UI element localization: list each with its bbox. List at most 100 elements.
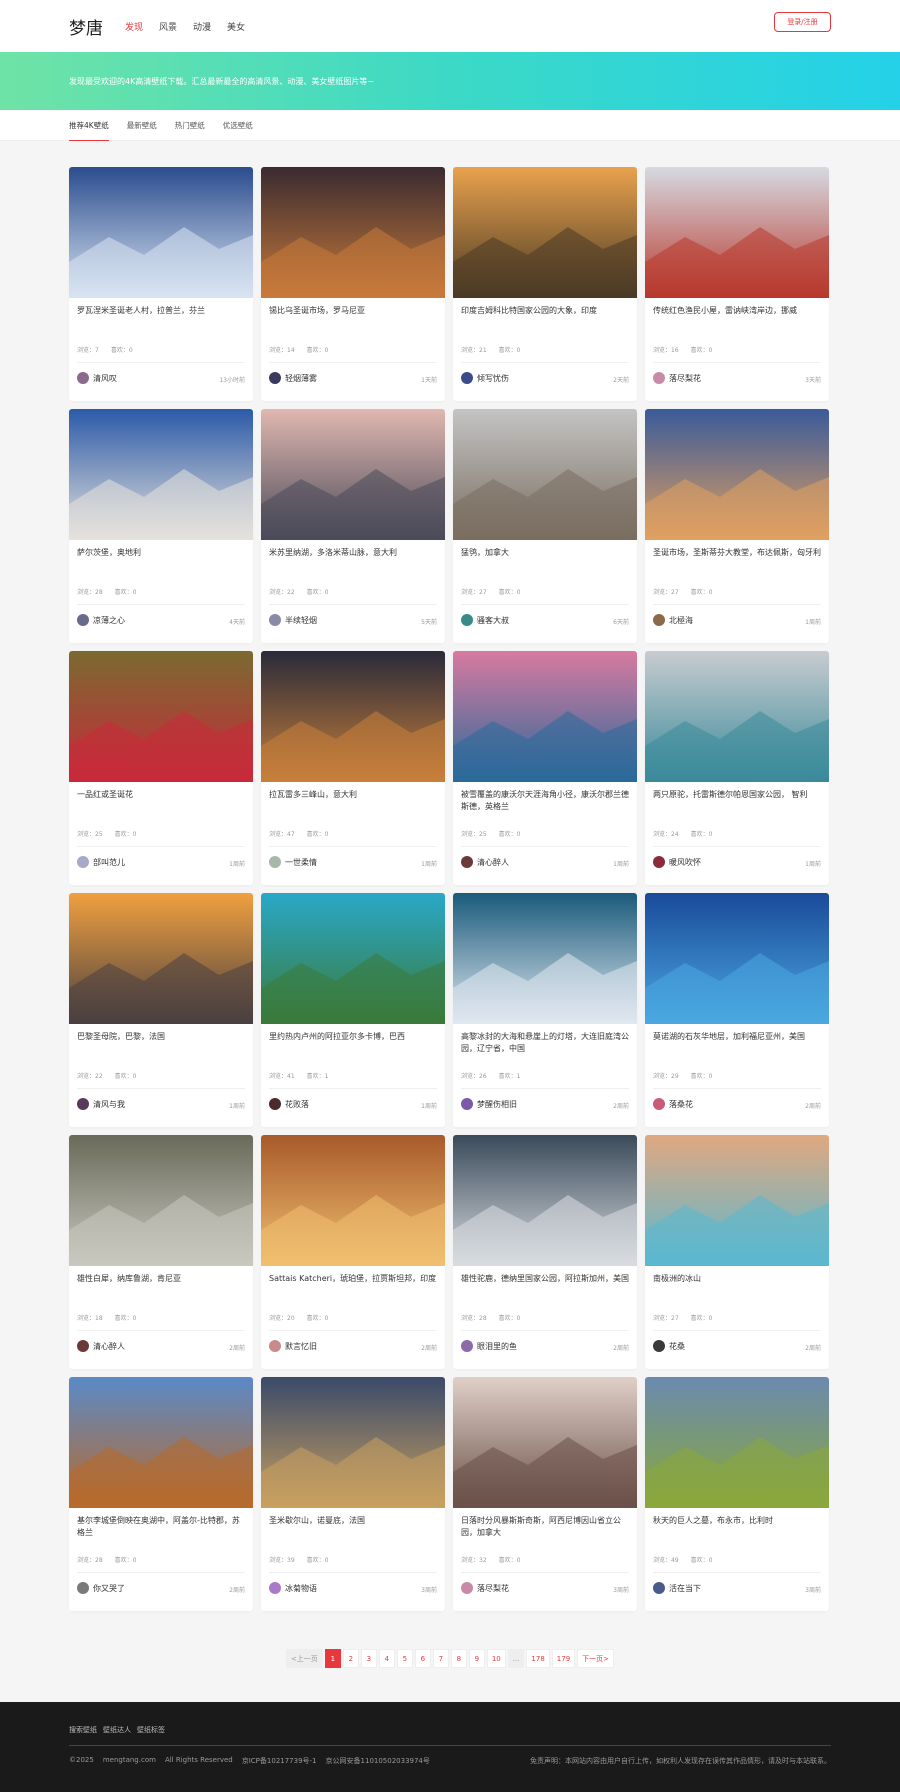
wallpaper-title[interactable]: 印度吉姆科比特国家公园的大象，印度	[461, 305, 629, 317]
author-name[interactable]: 清心醉人	[93, 1341, 125, 1352]
wallpaper-card[interactable]: 拉瓦雷多三峰山，意大利 浏览：47 喜欢：0 一世柔情 1周前	[261, 651, 445, 885]
site-logo[interactable]: 梦唐	[69, 14, 103, 39]
tab-popular[interactable]: 热门壁纸	[175, 110, 205, 141]
wallpaper-title[interactable]: 锡比乌圣诞市场，罗马尼亚	[269, 305, 437, 317]
wallpaper-title[interactable]: 猛鸮，加拿大	[461, 547, 629, 559]
wallpaper-thumbnail[interactable]	[453, 1377, 637, 1508]
author-name[interactable]: 一世柔情	[285, 857, 317, 868]
author-name[interactable]: 落桑花	[669, 1099, 693, 1110]
author-name[interactable]: 眼泪里的鱼	[477, 1341, 517, 1352]
wallpaper-card[interactable]: 圣诞市场，圣斯蒂芬大教堂，布达佩斯，匈牙利 浏览：27 喜欢：0 北極海 1周前	[645, 409, 829, 643]
author-name[interactable]: 落尽梨花	[477, 1583, 509, 1594]
wallpaper-card[interactable]: 印度吉姆科比特国家公园的大象，印度 浏览：21 喜欢：0 倾写忧伤 2天前	[453, 167, 637, 401]
page-9-button[interactable]: 9	[468, 1649, 485, 1668]
wallpaper-card[interactable]: 南极洲的冰山 浏览：27 喜欢：0 花桑 2周前	[645, 1135, 829, 1369]
wallpaper-title[interactable]: 罗瓦涅米圣诞老人村，拉普兰，芬兰	[77, 305, 245, 317]
wallpaper-card[interactable]: 猛鸮，加拿大 浏览：27 喜欢：0 骚客大叔 6天前	[453, 409, 637, 643]
author-name[interactable]: 凉薄之心	[93, 615, 125, 626]
page-10-button[interactable]: 10	[486, 1649, 506, 1668]
wallpaper-thumbnail[interactable]	[261, 167, 445, 298]
avatar[interactable]	[269, 614, 281, 626]
card-author[interactable]: 落尽梨花	[461, 1582, 509, 1594]
card-author[interactable]: 眼泪里的鱼	[461, 1340, 517, 1352]
author-name[interactable]: 清风叹	[93, 373, 117, 384]
author-name[interactable]: 半续轻烟	[285, 615, 317, 626]
author-name[interactable]: 骚客大叔	[477, 615, 509, 626]
wallpaper-card[interactable]: 雄性驼鹿，德纳里国家公园，阿拉斯加州，美国 浏览：28 喜欢：0 眼泪里的鱼 2周前	[453, 1135, 637, 1369]
avatar[interactable]	[77, 1340, 89, 1352]
wallpaper-card[interactable]: 秋天的巨人之墓，布永市，比利时 浏览：49 喜欢：0 活在当下 3周前	[645, 1377, 829, 1611]
avatar[interactable]	[461, 614, 473, 626]
avatar[interactable]	[653, 1098, 665, 1110]
author-name[interactable]: 落尽梨花	[669, 373, 701, 384]
wallpaper-card[interactable]: 一品红或圣诞花 浏览：25 喜欢：0 部叫范儿 1周前	[69, 651, 253, 885]
wallpaper-thumbnail[interactable]	[69, 1135, 253, 1266]
wallpaper-thumbnail[interactable]	[645, 1377, 829, 1508]
wallpaper-title[interactable]: 传统红色渔民小屋，雷讷峡湾岸边，挪威	[653, 305, 821, 317]
wallpaper-card[interactable]: 里约热内卢州的阿拉亚尔多卡博，巴西 浏览：41 喜欢：1 花败落 1周前	[261, 893, 445, 1127]
avatar[interactable]	[461, 1582, 473, 1594]
author-name[interactable]: 冰菊物语	[285, 1583, 317, 1594]
card-author[interactable]: 北極海	[653, 614, 693, 626]
wallpaper-thumbnail[interactable]	[69, 409, 253, 540]
wallpaper-card[interactable]: 雄性白犀，纳库鲁湖，肯尼亚 浏览：18 喜欢：0 清心醉人 2周前	[69, 1135, 253, 1369]
tab-latest[interactable]: 最新壁纸	[127, 110, 157, 141]
nav-item-beauty[interactable]: 美女	[227, 20, 245, 33]
card-author[interactable]: 花桑	[653, 1340, 685, 1352]
wallpaper-thumbnail[interactable]	[645, 893, 829, 1024]
wallpaper-thumbnail[interactable]	[645, 651, 829, 782]
avatar[interactable]	[269, 1340, 281, 1352]
wallpaper-card[interactable]: 圣米歇尔山，诺曼底，法国 浏览：39 喜欢：0 冰菊物语 3周前	[261, 1377, 445, 1611]
card-author[interactable]: 轻烟薄雾	[269, 372, 317, 384]
nav-item-anime[interactable]: 动漫	[193, 20, 211, 33]
wallpaper-card[interactable]: 米苏里纳湖，多洛米蒂山脉，意大利 浏览：22 喜欢：0 半续轻烟 5天前	[261, 409, 445, 643]
author-name[interactable]: 花桑	[669, 1341, 685, 1352]
page-2-button[interactable]: 2	[342, 1649, 359, 1668]
avatar[interactable]	[269, 372, 281, 384]
wallpaper-title[interactable]: 里约热内卢州的阿拉亚尔多卡博，巴西	[269, 1031, 437, 1043]
avatar[interactable]	[77, 614, 89, 626]
wallpaper-thumbnail[interactable]	[69, 893, 253, 1024]
author-name[interactable]: 北極海	[669, 615, 693, 626]
wallpaper-title[interactable]: 秋天的巨人之墓，布永市，比利时	[653, 1515, 821, 1527]
avatar[interactable]	[269, 856, 281, 868]
login-register-button[interactable]: 登录/注册	[774, 12, 831, 32]
author-name[interactable]: 轻烟薄雾	[285, 373, 317, 384]
footer-police[interactable]: 京公网安备11010502033974号	[326, 1756, 430, 1766]
avatar[interactable]	[653, 1340, 665, 1352]
prev-page-button[interactable]: <上一页	[285, 1649, 323, 1668]
avatar[interactable]	[77, 372, 89, 384]
wallpaper-thumbnail[interactable]	[69, 1377, 253, 1508]
wallpaper-thumbnail[interactable]	[453, 409, 637, 540]
wallpaper-card[interactable]: 传统红色渔民小屋，雷讷峡湾岸边，挪威 浏览：16 喜欢：0 落尽梨花 3天前	[645, 167, 829, 401]
wallpaper-thumbnail[interactable]	[69, 651, 253, 782]
wallpaper-thumbnail[interactable]	[453, 1135, 637, 1266]
wallpaper-title[interactable]: 高黎冰封的大海和悬崖上的灯塔，大连旧庭湾公园，辽宁省，中国	[461, 1031, 629, 1055]
avatar[interactable]	[461, 1098, 473, 1110]
card-author[interactable]: 清心醉人	[461, 856, 509, 868]
next-page-button[interactable]: 下一页>	[577, 1649, 615, 1668]
wallpaper-thumbnail[interactable]	[453, 651, 637, 782]
page-6-button[interactable]: 6	[414, 1649, 431, 1668]
wallpaper-title[interactable]: 雄性驼鹿，德纳里国家公园，阿拉斯加州，美国	[461, 1273, 629, 1285]
wallpaper-card[interactable]: 锡比乌圣诞市场，罗马尼亚 浏览：14 喜欢：0 轻烟薄雾 1天前	[261, 167, 445, 401]
card-author[interactable]: 冰菊物语	[269, 1582, 317, 1594]
wallpaper-card[interactable]: 被雪覆盖的康沃尔天涯海角小径，康沃尔郡兰德斯德，英格兰 浏览：25 喜欢：0 清心醉人…	[453, 651, 637, 885]
wallpaper-card[interactable]: 高黎冰封的大海和悬崖上的灯塔，大连旧庭湾公园，辽宁省，中国 浏览：26 喜欢：1 梦醒…	[453, 893, 637, 1127]
footer-link-search[interactable]: 搜索壁纸	[69, 1725, 97, 1735]
wallpaper-thumbnail[interactable]	[645, 409, 829, 540]
nav-item-scenery[interactable]: 风景	[159, 20, 177, 33]
author-name[interactable]: 清心醉人	[477, 857, 509, 868]
wallpaper-thumbnail[interactable]	[453, 893, 637, 1024]
avatar[interactable]	[653, 1582, 665, 1594]
wallpaper-card[interactable]: 巴黎圣母院，巴黎，法国 浏览：22 喜欢：0 清风与我 1周前	[69, 893, 253, 1127]
footer-link-tags[interactable]: 壁纸标签	[137, 1725, 165, 1735]
card-author[interactable]: 梦醒伤相旧	[461, 1098, 517, 1110]
wallpaper-title[interactable]: 圣诞市场，圣斯蒂芬大教堂，布达佩斯，匈牙利	[653, 547, 821, 559]
page-7-button[interactable]: 7	[432, 1649, 449, 1668]
author-name[interactable]: 清风与我	[93, 1099, 125, 1110]
wallpaper-thumbnail[interactable]	[261, 409, 445, 540]
page-178-button[interactable]: 178	[526, 1649, 550, 1668]
wallpaper-card[interactable]: 莫诺湖的石灰华地层，加利福尼亚州，美国 浏览：29 喜欢：0 落桑花 2周前	[645, 893, 829, 1127]
wallpaper-title[interactable]: 南极洲的冰山	[653, 1273, 821, 1285]
